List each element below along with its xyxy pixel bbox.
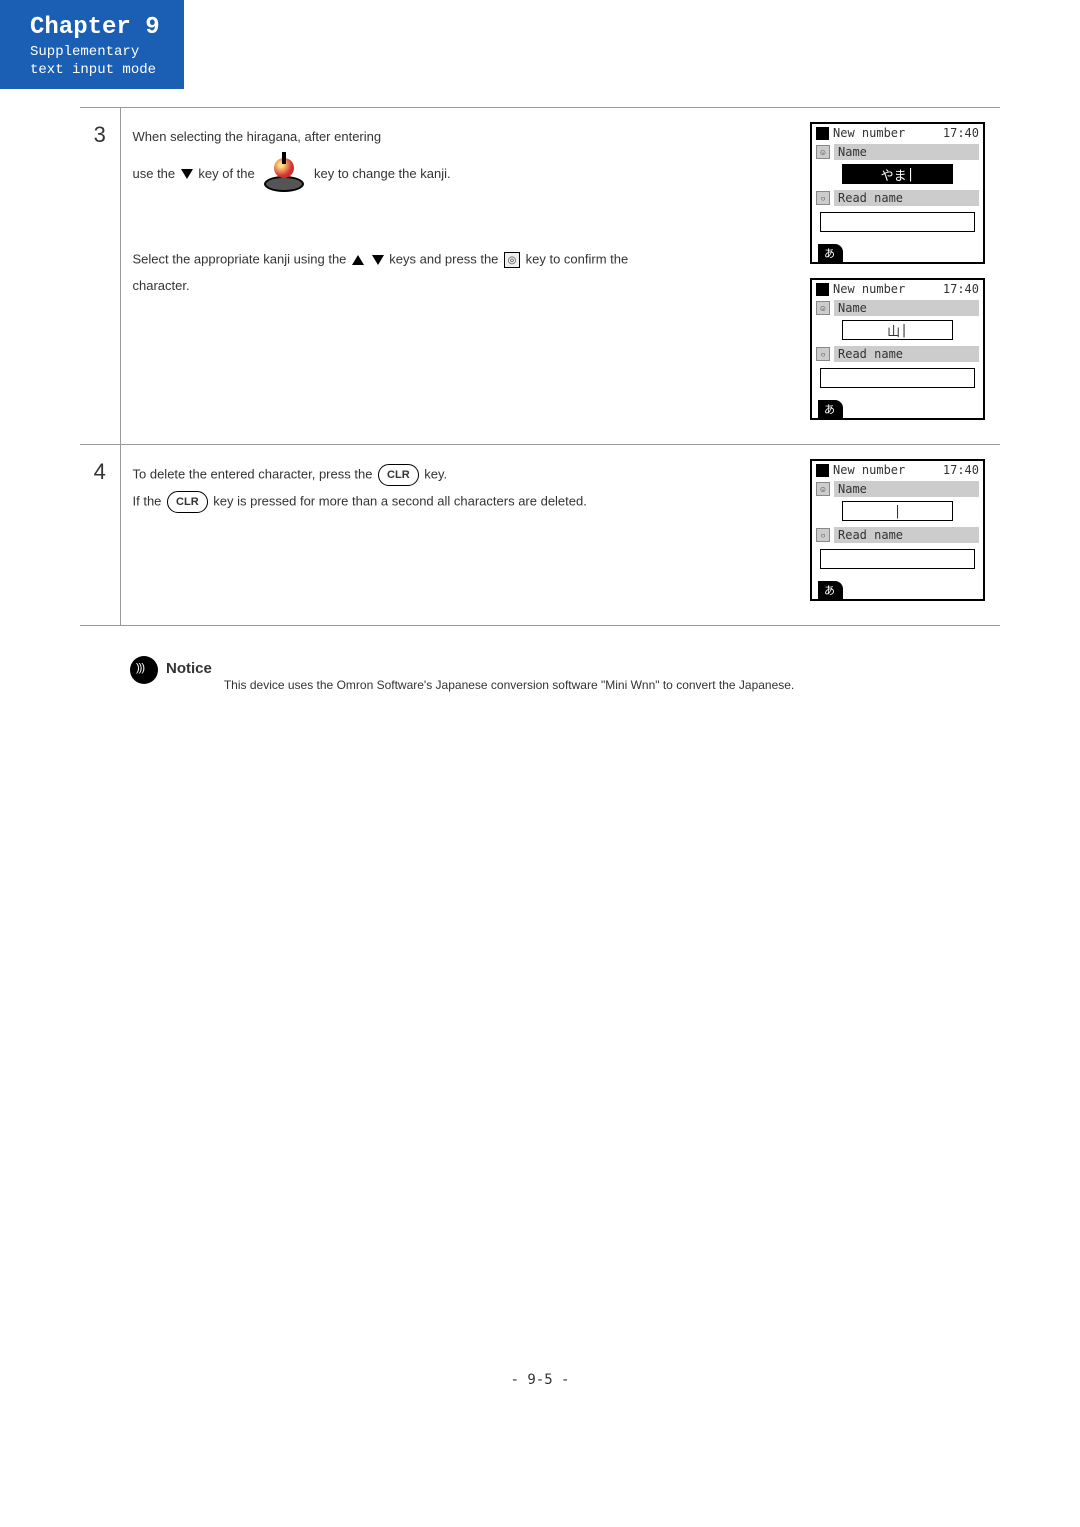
clear-key-icon: CLR [378, 464, 419, 487]
step-screenshot-col: New number 17:40 ☺ Name | [810, 445, 1000, 626]
speech-icon: ○ [816, 191, 830, 205]
step-body: To delete the entered character, press t… [120, 445, 810, 626]
device-screenshot: New number 17:40 ☺ Name 山| [810, 278, 985, 420]
shot-title: New number [833, 126, 905, 140]
step-screenshot-col: New number 17:40 ☺ Name やま| [810, 108, 1000, 445]
down-arrow-icon [372, 255, 384, 265]
step-body: When selecting the hiragana, after enter… [120, 108, 810, 445]
step-number: 3 [80, 108, 120, 445]
up-arrow-icon [352, 255, 364, 265]
shot-field-label: Name [834, 300, 979, 316]
scrollbar [969, 481, 981, 567]
speech-icon: ○ [816, 528, 830, 542]
speech-icon: ○ [816, 347, 830, 361]
notice-section: Notice This device uses the Omron Softwa… [130, 656, 1000, 692]
device-screenshot: New number 17:40 ☺ Name | [810, 459, 985, 601]
shot-title: New number [833, 282, 905, 296]
shot-field-label: Name [834, 144, 979, 160]
scrollbar [969, 144, 981, 230]
joystick-icon [262, 152, 306, 196]
shot-input-empty [820, 212, 975, 232]
shot-field-label: Read name [834, 346, 979, 362]
shot-field-label: Read name [834, 190, 979, 206]
step-row-3: 3 When selecting the hiragana, after ent… [80, 108, 1000, 445]
step-text: use the key of the key to change the kan… [133, 152, 799, 196]
ok-key-icon: ◎ [504, 252, 520, 268]
notice-title: Notice [166, 660, 212, 677]
shot-field-label: Read name [834, 527, 979, 543]
step-text: To delete the entered character, press t… [133, 463, 799, 486]
chapter-sub-2: text input mode [30, 61, 160, 79]
shot-input-value: 山| [842, 320, 953, 340]
shot-input-empty [820, 549, 975, 569]
clear-key-icon: CLR [167, 491, 208, 514]
step-number: 4 [80, 445, 120, 626]
square-icon [816, 464, 829, 477]
shot-time: 17:40 [943, 126, 979, 140]
person-icon: ☺ [816, 482, 830, 496]
scrollbar [969, 300, 981, 386]
step-text: When selecting the hiragana, after enter… [133, 126, 799, 148]
notice-text: This device uses the Omron Software's Ja… [224, 678, 794, 692]
input-mode-tab: あ [818, 400, 843, 418]
shot-input-empty [820, 368, 975, 388]
chapter-title: Chapter 9 [30, 14, 160, 41]
notice-icon [130, 656, 158, 684]
step-text: If the CLR key is pressed for more than … [133, 490, 799, 513]
shot-title: New number [833, 463, 905, 477]
person-icon: ☺ [816, 301, 830, 315]
shot-input-value: やま| [842, 164, 953, 184]
chapter-sub-1: Supplementary [30, 43, 160, 61]
input-mode-tab: あ [818, 244, 843, 262]
shot-field-label: Name [834, 481, 979, 497]
device-screenshot: New number 17:40 ☺ Name やま| [810, 122, 985, 264]
step-text: Select the appropriate kanji using the k… [133, 248, 799, 271]
square-icon [816, 127, 829, 140]
person-icon: ☺ [816, 145, 830, 159]
down-arrow-icon [181, 169, 193, 179]
square-icon [816, 283, 829, 296]
step-text: character. [133, 275, 799, 297]
chapter-banner: Chapter 9 Supplementary text input mode [0, 0, 184, 89]
content-area: 3 When selecting the hiragana, after ent… [80, 107, 1000, 692]
shot-time: 17:40 [943, 282, 979, 296]
input-mode-tab: あ [818, 581, 843, 599]
page-number: - 9-5 - [0, 1372, 1080, 1388]
steps-table: 3 When selecting the hiragana, after ent… [80, 107, 1000, 626]
step-row-4: 4 To delete the entered character, press… [80, 445, 1000, 626]
shot-time: 17:40 [943, 463, 979, 477]
shot-input-value: | [842, 501, 953, 521]
